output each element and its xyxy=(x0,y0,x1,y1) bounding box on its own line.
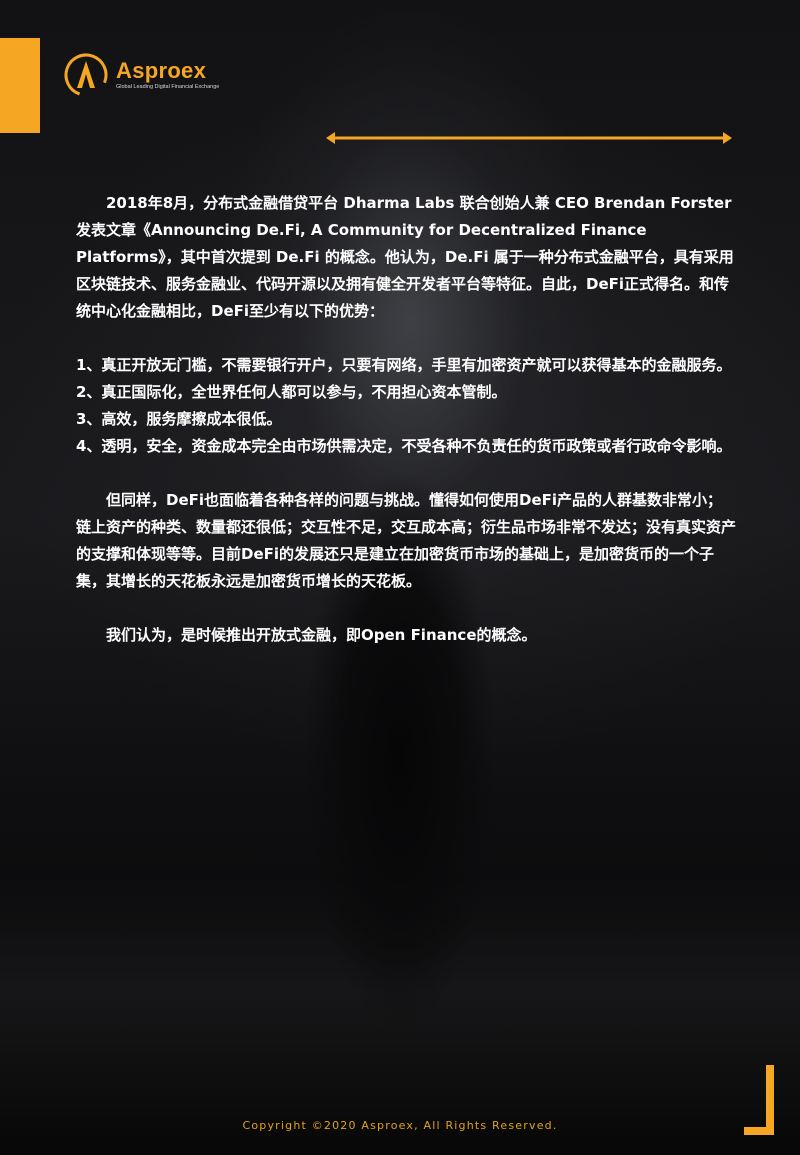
corner-bracket-icon xyxy=(744,1065,774,1135)
double-arrow-line-icon xyxy=(326,132,732,144)
advantage-item: 2、真正国际化，全世界任何人都可以参与，不用担心资本管制。 xyxy=(76,383,507,401)
advantage-item: 1、真正开放无门槛，不需要银行开户，只要有网络，手里有加密资产就可以获得基本的金… xyxy=(76,356,732,374)
advantage-item: 3、高效，服务摩擦成本很低。 xyxy=(76,410,282,428)
conclusion-paragraph: 我们认为，是时候推出开放式金融，即Open Finance的概念。 xyxy=(106,626,537,644)
copyright-footer: Copyright ©2020 Asproex, All Rights Rese… xyxy=(242,1119,558,1132)
brand-name: Asproex xyxy=(116,58,207,83)
intro-paragraph: 2018年8月，分布式金融借贷平台 Dharma Labs 联合创始人兼 CEO… xyxy=(76,194,734,320)
article-body: 2018年8月，分布式金融借贷平台 Dharma Labs 联合创始人兼 CEO… xyxy=(76,190,736,649)
corner-accent-bar xyxy=(0,38,40,133)
challenges-paragraph: 但同样，DeFi也面临着各种各样的问题与挑战。懂得如何使用DeFi产品的人群基数… xyxy=(76,491,737,590)
asproex-logo-icon xyxy=(64,53,108,97)
advantage-item: 4、透明，安全，资金成本完全由市场供需决定，不受各种不负责任的货币政策或者行政命… xyxy=(76,437,732,455)
brand-tagline: Global Leading Digital Financial Exchang… xyxy=(116,84,220,90)
brand-logo: Asproex Global Leading Digital Financial… xyxy=(63,52,219,98)
